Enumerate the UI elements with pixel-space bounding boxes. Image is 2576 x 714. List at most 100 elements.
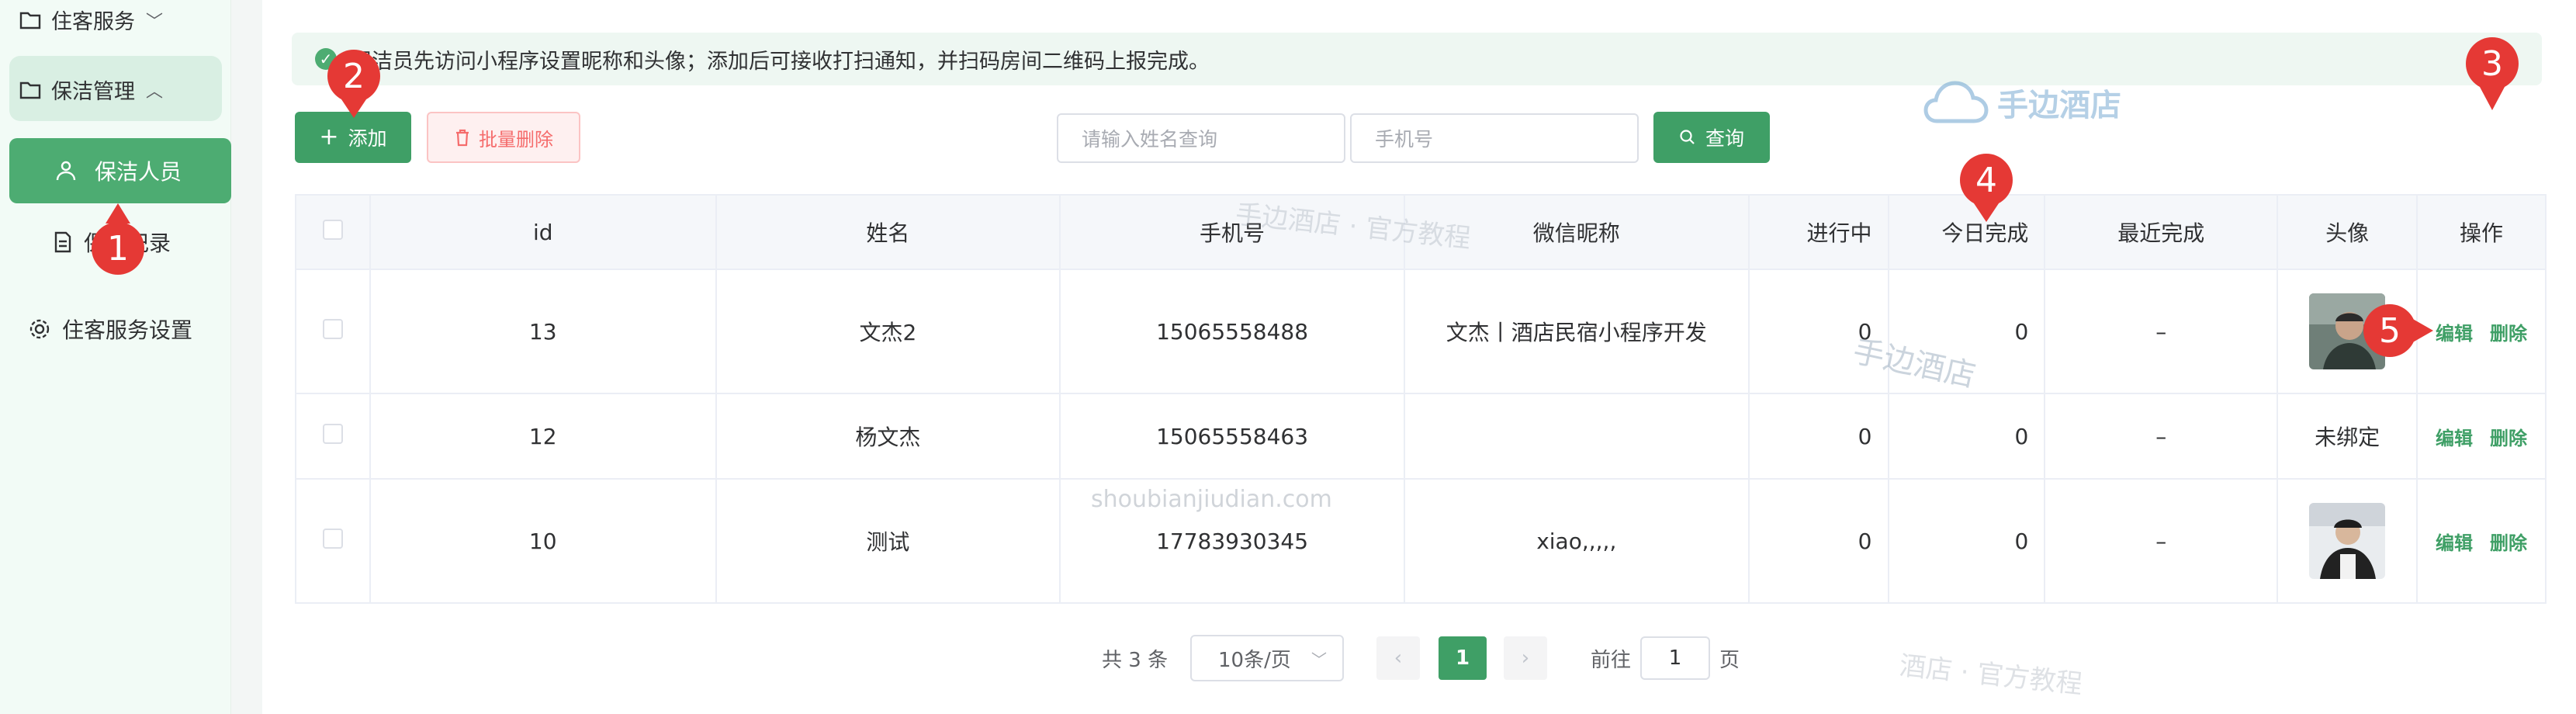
document-icon bbox=[54, 231, 71, 253]
staff-table: id 姓名 手机号 微信昵称 进行中 今日完成 最近完成 头像 操作 13 文杰… bbox=[295, 194, 2547, 604]
row-select-cell[interactable] bbox=[295, 478, 371, 604]
batch-delete-label: 批量删除 bbox=[479, 128, 553, 151]
table-header-row: id 姓名 手机号 微信昵称 进行中 今日完成 最近完成 头像 操作 bbox=[295, 194, 2547, 270]
prev-page-button[interactable]: ‹ bbox=[1376, 636, 1420, 680]
wechat-cell: 文杰丨酒店民宿小程序开发 bbox=[1403, 269, 1750, 394]
column-header: 姓名 bbox=[715, 194, 1061, 270]
column-header: 最近完成 bbox=[2044, 194, 2279, 270]
table-row: 10 测试 17783930345 xiao,,,,, 0 0 – 编辑 删除 bbox=[295, 478, 2547, 604]
menu-item-guest-service[interactable]: 住客服务 ﹀ bbox=[19, 5, 163, 35]
sidebar-item-label: 保洁人员 bbox=[95, 159, 182, 185]
edit-link[interactable]: 编辑 bbox=[2436, 423, 2473, 450]
menu-item-label: 住客服务设置 bbox=[62, 317, 193, 343]
gear-icon bbox=[29, 319, 50, 339]
page-number-current[interactable]: 1 bbox=[1439, 636, 1487, 680]
today-done-cell: 0 bbox=[1887, 478, 2046, 604]
today-done-cell: 0 bbox=[1887, 269, 2046, 394]
menu-item-guest-service-settings[interactable]: 住客服务设置 bbox=[28, 314, 192, 345]
pagination-total: 共 3 条 bbox=[1102, 649, 1169, 672]
name-cell: 杨文杰 bbox=[715, 393, 1061, 480]
page-size-select[interactable]: 10条/页 ﹀ bbox=[1190, 635, 1344, 681]
row-checkbox[interactable] bbox=[322, 318, 343, 339]
trash-icon bbox=[456, 129, 469, 147]
info-tip-text: 保洁员先访问小程序设置昵称和头像；添加后可接收打扫通知，并扫码房间二维码上报完成… bbox=[351, 49, 1210, 74]
phone-cell: 15065558463 bbox=[1059, 393, 1405, 480]
query-button-label: 查询 bbox=[1705, 127, 1744, 150]
sidebar-item-cleaning-staff[interactable]: 保洁人员 bbox=[9, 138, 231, 203]
add-button[interactable]: + 添加 bbox=[295, 112, 411, 163]
table-row: 13 文杰2 15065558488 文杰丨酒店民宿小程序开发 0 0 – 编辑… bbox=[295, 269, 2547, 394]
folder-icon bbox=[19, 12, 41, 29]
avatar-status: 未绑定 bbox=[2277, 393, 2418, 480]
menu-item-label: 住客服务 bbox=[51, 10, 135, 34]
actions-cell: 编辑 删除 bbox=[2416, 269, 2547, 394]
next-page-button[interactable]: › bbox=[1504, 636, 1547, 680]
column-header: 今日完成 bbox=[1887, 194, 2046, 270]
chevron-left-icon: ‹ bbox=[1394, 646, 1403, 670]
phone-cell: 15065558488 bbox=[1059, 269, 1405, 394]
goto-page-input[interactable]: 1 bbox=[1640, 636, 1710, 680]
select-all-cell[interactable] bbox=[295, 194, 371, 270]
cloud-logo-icon bbox=[1923, 81, 1989, 123]
wechat-cell bbox=[1403, 393, 1750, 480]
menu-item-cleaning-management[interactable]: 保洁管理 ︿ bbox=[19, 75, 163, 105]
batch-delete-button[interactable]: 批量删除 bbox=[427, 112, 580, 163]
add-button-label: 添加 bbox=[348, 127, 387, 150]
goto-label: 前往 bbox=[1591, 649, 1632, 672]
delete-link[interactable]: 删除 bbox=[2490, 318, 2527, 345]
id-cell: 10 bbox=[369, 478, 717, 604]
annotation-badge: 5 bbox=[2363, 304, 2416, 357]
chevron-down-icon: ﹀ bbox=[1311, 650, 1327, 669]
folder-icon bbox=[19, 81, 41, 99]
query-button[interactable]: 查询 bbox=[1653, 112, 1770, 163]
info-tip: ✓ 保洁员先访问小程序设置昵称和头像；添加后可接收打扫通知，并扫码房间二维码上报… bbox=[292, 33, 2542, 85]
name-cell: 文杰2 bbox=[715, 269, 1061, 394]
actions-cell: 编辑 删除 bbox=[2416, 478, 2547, 604]
annotation-badge: 1 bbox=[92, 222, 144, 275]
row-checkbox[interactable] bbox=[322, 423, 343, 444]
phone-cell: 17783930345 bbox=[1059, 478, 1405, 604]
select-all-checkbox[interactable] bbox=[322, 219, 343, 240]
annotation-arrow bbox=[1974, 203, 1999, 222]
watermark-logo-text: 手边酒店 bbox=[1997, 88, 2121, 123]
column-header: 进行中 bbox=[1747, 194, 1889, 270]
annotation-badge: 3 bbox=[2466, 37, 2519, 90]
column-header: 微信昵称 bbox=[1403, 194, 1750, 270]
phone-search-input[interactable]: 手机号 bbox=[1350, 113, 1639, 163]
annotation-badge: 2 bbox=[327, 50, 380, 102]
column-header: 手机号 bbox=[1059, 194, 1405, 270]
row-checkbox[interactable] bbox=[322, 528, 343, 549]
chevron-right-icon: › bbox=[1521, 646, 1530, 670]
edit-link[interactable]: 编辑 bbox=[2436, 528, 2473, 555]
search-icon bbox=[1680, 130, 1695, 144]
table-row: 12 杨文杰 15065558463 0 0 – 未绑定 编辑 删除 bbox=[295, 393, 2547, 480]
chevron-down-icon: ﹀ bbox=[146, 12, 164, 32]
delete-link[interactable]: 删除 bbox=[2490, 528, 2527, 555]
annotation-arrow bbox=[106, 203, 130, 224]
annotation-arrow bbox=[2412, 318, 2433, 343]
id-cell: 13 bbox=[369, 269, 717, 394]
wechat-cell: xiao,,,,, bbox=[1403, 478, 1750, 604]
last-done-cell: – bbox=[2044, 269, 2279, 394]
column-header: id bbox=[369, 194, 717, 270]
column-header: 操作 bbox=[2416, 194, 2547, 270]
in-progress-cell: 0 bbox=[1747, 393, 1889, 480]
in-progress-cell: 0 bbox=[1747, 269, 1889, 394]
delete-link[interactable]: 删除 bbox=[2490, 423, 2527, 450]
phone-search-placeholder: 手机号 bbox=[1375, 128, 1434, 151]
name-search-input[interactable]: 请输入姓名查询 bbox=[1057, 113, 1345, 163]
annotation-arrow bbox=[2480, 87, 2505, 110]
chevron-up-icon: ︿ bbox=[146, 81, 164, 102]
row-select-cell[interactable] bbox=[295, 269, 371, 394]
plus-icon: + bbox=[319, 123, 339, 151]
annotation-badge: 4 bbox=[1960, 154, 2013, 206]
last-done-cell: – bbox=[2044, 393, 2279, 480]
watermark-logo: 手边酒店 bbox=[1923, 79, 2121, 126]
avatar bbox=[2309, 503, 2386, 579]
edit-link[interactable]: 编辑 bbox=[2436, 318, 2473, 345]
id-cell: 12 bbox=[369, 393, 717, 480]
annotation-arrow bbox=[341, 99, 366, 118]
menu-item-label: 保洁管理 bbox=[51, 80, 135, 104]
row-select-cell[interactable] bbox=[295, 393, 371, 480]
watermark-text: 酒店 · 官方教程 bbox=[1898, 650, 2084, 701]
